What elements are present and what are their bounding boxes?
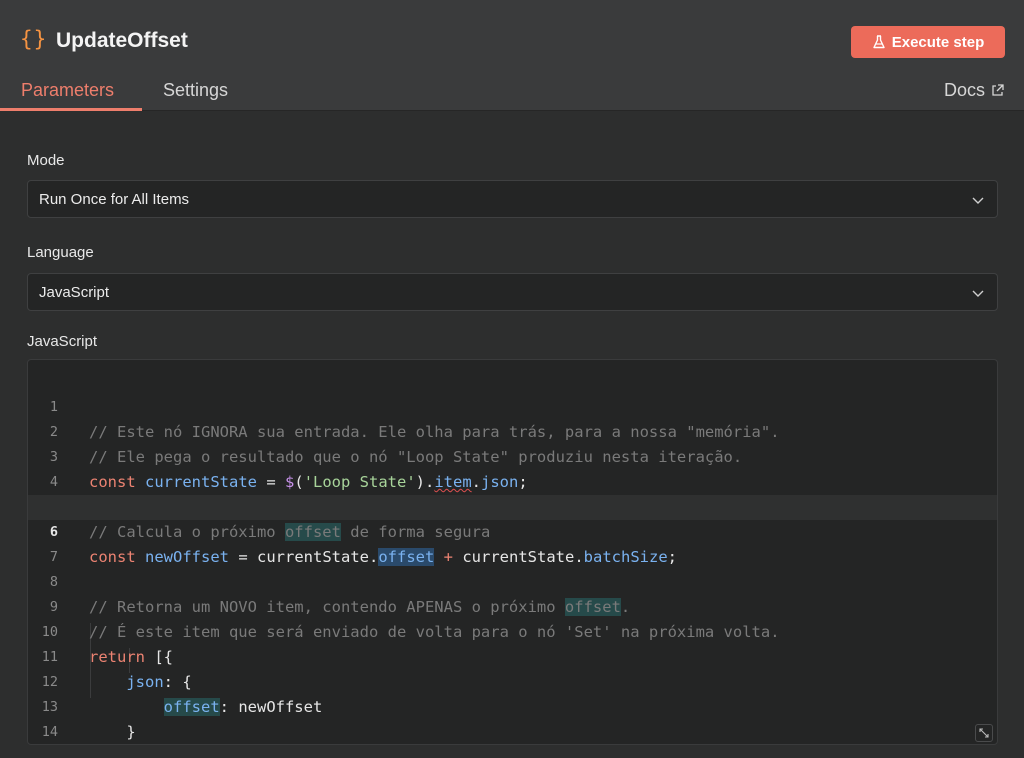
code-line[interactable]: 3 const currentState = $('Loop State').i… <box>28 420 997 491</box>
language-select[interactable]: JavaScript <box>27 273 998 311</box>
chevron-down-icon <box>972 290 984 297</box>
code-line[interactable]: 1 // Este nó IGNORA sua entrada. Ele olh… <box>28 370 997 441</box>
code-line[interactable]: 13 } <box>28 670 997 741</box>
expand-icon[interactable] <box>975 724 993 742</box>
line-number: 14 <box>41 724 58 740</box>
execute-step-label: Execute step <box>891 33 985 51</box>
tab-settings[interactable]: Settings <box>163 80 228 101</box>
code-line[interactable]: 10 return [{ <box>28 595 997 666</box>
mode-select[interactable]: Run Once for All Items <box>27 180 998 218</box>
code-line[interactable]: 7 <box>28 520 997 565</box>
code-line[interactable]: 2 // Ele pega o resultado que o nó "Loop… <box>28 395 997 466</box>
external-link-icon <box>992 84 1004 96</box>
mode-value: Run Once for All Items <box>39 190 190 208</box>
mode-label: Mode <box>27 152 65 169</box>
node-header: {} UpdateOffset Execute step Parameters … <box>0 0 1024 111</box>
code-line[interactable]: 5 // Calcula o próximo offset de forma s… <box>28 470 997 541</box>
language-value: JavaScript <box>39 283 110 301</box>
code-line[interactable]: 8 // Retorna um NOVO item, contendo APEN… <box>28 545 997 616</box>
chevron-down-icon <box>972 197 984 204</box>
code-braces-icon: {} <box>20 27 48 51</box>
docs-link[interactable]: Docs <box>944 80 1004 101</box>
language-label: Language <box>27 244 94 261</box>
code-line[interactable]: 14 }]; <box>28 695 997 740</box>
code-line[interactable]: 4 <box>28 445 997 490</box>
javascript-label: JavaScript <box>27 333 98 350</box>
flask-icon <box>873 35 885 49</box>
tab-parameters[interactable]: Parameters <box>21 80 114 101</box>
line-text: } <box>89 723 136 741</box>
code-line-active[interactable]: 6 const newOffset = currentState.offset … <box>28 495 997 566</box>
code-line[interactable]: 11 json: { <box>28 620 997 691</box>
node-title[interactable]: UpdateOffset <box>56 29 188 53</box>
execute-step-button[interactable]: Execute step <box>851 26 1005 58</box>
code-editor[interactable]: 1 // Este nó IGNORA sua entrada. Ele olh… <box>27 359 998 745</box>
code-line[interactable]: 12 offset: newOffset <box>28 645 997 716</box>
docs-label: Docs <box>943 80 985 100</box>
active-tab-indicator <box>0 108 142 111</box>
code-line[interactable]: 9 // É este item que será enviado de vol… <box>28 570 997 641</box>
